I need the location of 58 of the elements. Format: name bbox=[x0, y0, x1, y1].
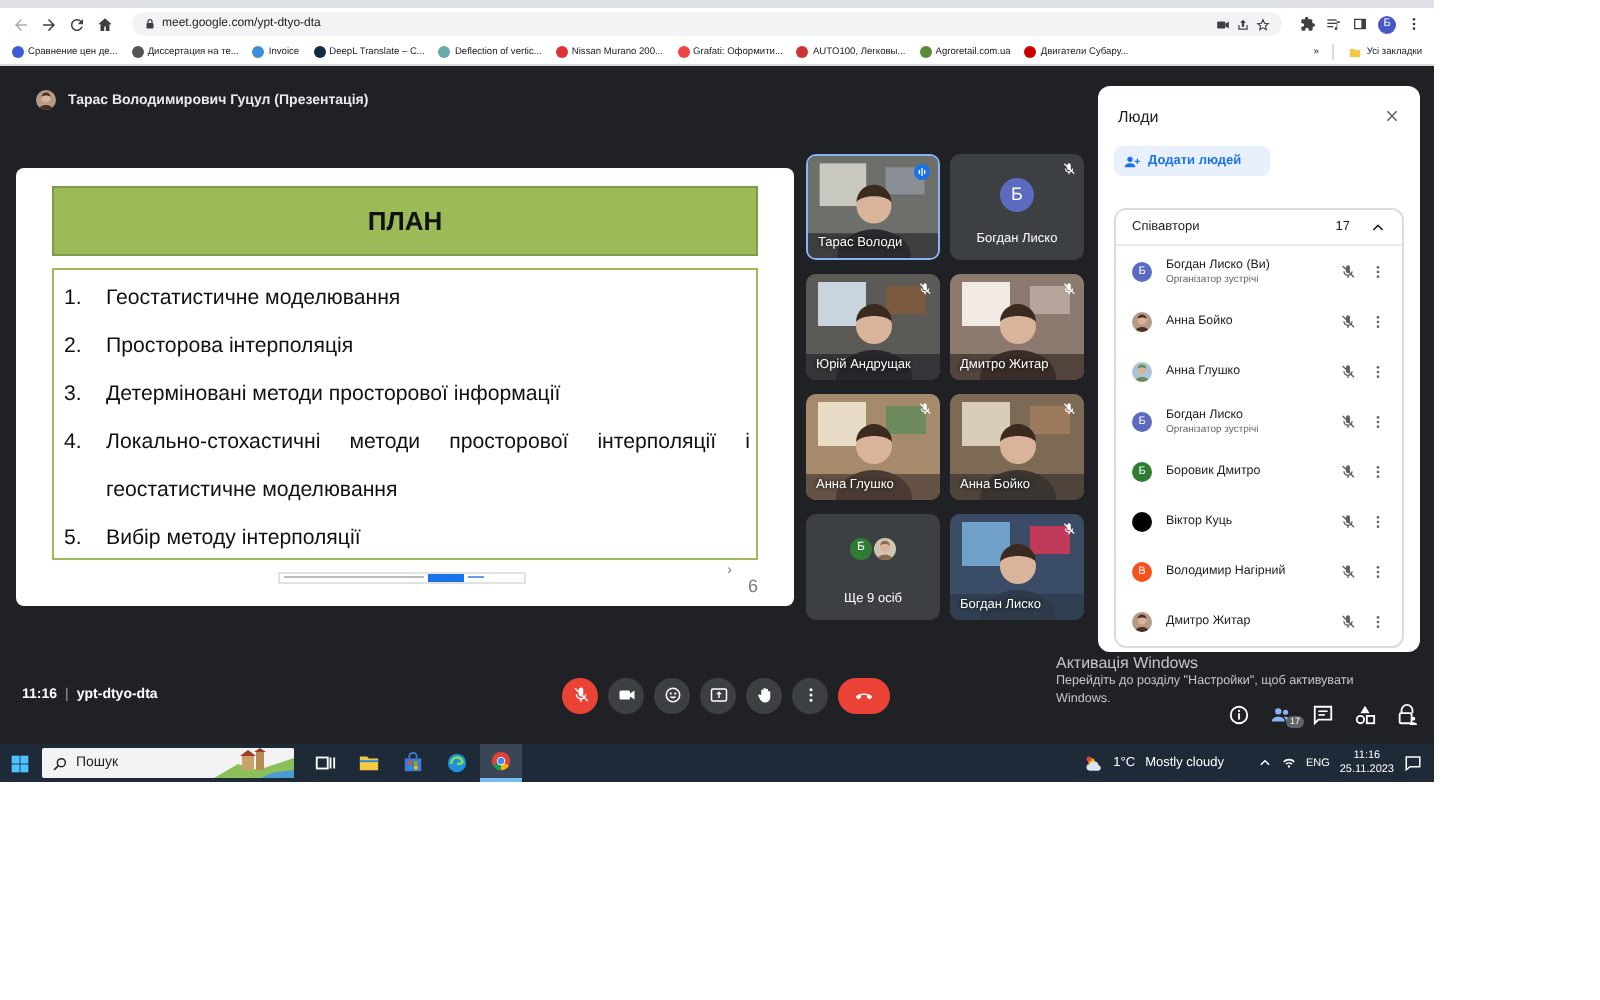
forward-icon[interactable] bbox=[40, 15, 58, 33]
slide-title: ПЛАН bbox=[52, 185, 758, 256]
home-icon[interactable] bbox=[96, 15, 114, 33]
star-icon[interactable] bbox=[1256, 17, 1270, 31]
store-icon bbox=[402, 752, 424, 774]
list-number: 4. bbox=[64, 427, 84, 458]
microphone-button[interactable] bbox=[562, 677, 598, 713]
more-options-button[interactable] bbox=[792, 677, 828, 713]
activities-icon[interactable] bbox=[1354, 704, 1376, 726]
camera-icon[interactable] bbox=[1216, 17, 1230, 31]
weather-icon bbox=[1083, 753, 1104, 773]
folder-icon bbox=[1348, 45, 1363, 59]
speaking-icon bbox=[914, 163, 930, 179]
leave-call-button[interactable] bbox=[838, 677, 890, 713]
network-icon bbox=[1281, 756, 1296, 770]
windows-start-icon[interactable] bbox=[10, 753, 30, 773]
lock-icon bbox=[144, 18, 156, 30]
notifications-icon[interactable] bbox=[1404, 754, 1422, 772]
raise-hand-button[interactable] bbox=[746, 677, 782, 713]
present-button[interactable] bbox=[700, 677, 736, 713]
media-icon[interactable] bbox=[1326, 16, 1342, 32]
activation-title: Активація Windows bbox=[1056, 654, 1201, 672]
avatar: Б bbox=[1000, 177, 1034, 211]
mic-off-icon bbox=[571, 686, 589, 704]
edge-icon bbox=[446, 752, 468, 774]
info-icon[interactable] bbox=[1228, 704, 1250, 726]
camera-icon bbox=[617, 686, 635, 704]
list-number: 5. bbox=[64, 523, 84, 554]
host-controls-icon[interactable] bbox=[1396, 704, 1418, 726]
person-add-icon bbox=[1124, 153, 1140, 169]
list-item: Вибір методу інтерполяції bbox=[106, 523, 363, 554]
emoji-icon bbox=[663, 686, 681, 704]
list-number: 2. bbox=[64, 331, 84, 362]
panel-title: Люди bbox=[1118, 107, 1159, 125]
camera-button[interactable] bbox=[608, 677, 644, 713]
chat-icon[interactable] bbox=[1312, 704, 1334, 726]
list-item: Геостатистичне моделювання bbox=[106, 283, 403, 314]
close-icon[interactable] bbox=[1384, 108, 1400, 124]
chrome-icon bbox=[490, 750, 512, 772]
share-icon[interactable] bbox=[1236, 17, 1250, 31]
list-item: Детерміновані методи просторової інформації bbox=[106, 379, 563, 410]
search-icon bbox=[52, 755, 68, 771]
chevron-up-icon[interactable] bbox=[1257, 756, 1272, 770]
page-number: 6 bbox=[747, 575, 758, 596]
list-item: Локально-стохастичні методи просторової інтерполяції і геостатистичне моделювання bbox=[106, 427, 750, 506]
list-number: 1. bbox=[64, 283, 84, 314]
chevron-up-icon[interactable] bbox=[1370, 219, 1386, 235]
reload-icon[interactable] bbox=[68, 15, 86, 33]
list-number: 3. bbox=[64, 379, 84, 410]
people-icon[interactable] bbox=[1270, 704, 1292, 726]
present-icon bbox=[709, 686, 727, 704]
side-panel-icon[interactable] bbox=[1352, 16, 1368, 32]
puzzle-icon[interactable] bbox=[1300, 16, 1316, 32]
folder-icon bbox=[358, 752, 380, 774]
reactions-button[interactable] bbox=[654, 677, 690, 713]
list-item: Просторова інтерполяція bbox=[106, 331, 356, 362]
task-view-icon bbox=[314, 752, 336, 774]
hand-icon bbox=[755, 686, 773, 704]
